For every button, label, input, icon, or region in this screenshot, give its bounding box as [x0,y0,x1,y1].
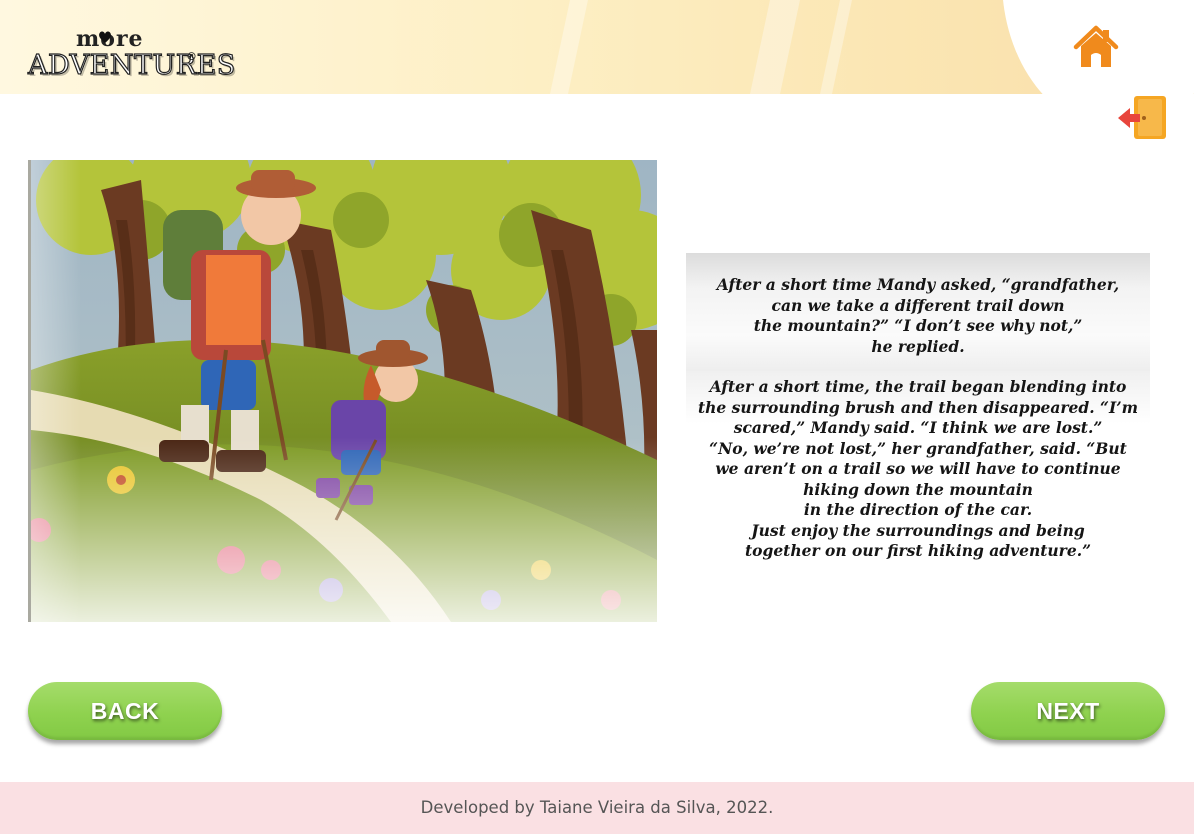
back-button[interactable]: BACK [28,682,222,740]
logo-big-text: ADVENTURES [27,49,236,81]
story-line: the mountain?” “I don’t see why not,” [753,316,1083,335]
header-decoration [550,0,588,94]
exit-door-icon [1118,96,1166,139]
story-line: together on our first hiking adventure.” [744,541,1092,560]
story-line: hiking down the mountain [803,479,1033,499]
story-text-panel: After a short time Mandy asked, “grandfa… [686,253,1150,583]
story-line: in the direction of the car. [803,500,1033,519]
story-line: After a short time Mandy asked, “grandfa… [716,275,1120,294]
story-line: scared,” Mandy said. “I think we are los… [733,418,1103,437]
story-line: After a short time, the trail began blen… [709,377,1127,396]
header-decoration [750,0,800,94]
home-icon [1073,25,1119,67]
story-line: the surrounding brush and then disappear… [698,397,1138,417]
footer: Developed by Taiane Vieira da Silva, 202… [0,782,1194,834]
heart-icon [99,31,111,43]
story-line: Just enjoy the surroundings and being [751,520,1085,540]
header-decoration [820,0,852,94]
story-paragraph-1: After a short time Mandy asked, “grandfa… [686,275,1150,357]
story-line: he replied. [871,336,965,356]
story-illustration [28,160,657,622]
next-button[interactable]: NEXT [971,682,1165,740]
logo-registered-mark: ® [186,50,197,63]
story-paragraph-2: After a short time, the trail began blen… [686,377,1150,562]
exit-button[interactable] [1116,94,1168,142]
footer-credit: Developed by Taiane Vieira da Silva, 202… [420,798,774,817]
story-line: we aren’t on a trail so we will have to … [715,459,1121,478]
home-button[interactable] [1073,24,1119,70]
story-line: can we take a different trail down [771,295,1065,315]
app-logo: more ADVENTURES ® [27,26,236,86]
header-bar: more ADVENTURES ® [0,0,1194,94]
story-line: “No, we’re not lost,” her grandfather, s… [709,438,1127,458]
